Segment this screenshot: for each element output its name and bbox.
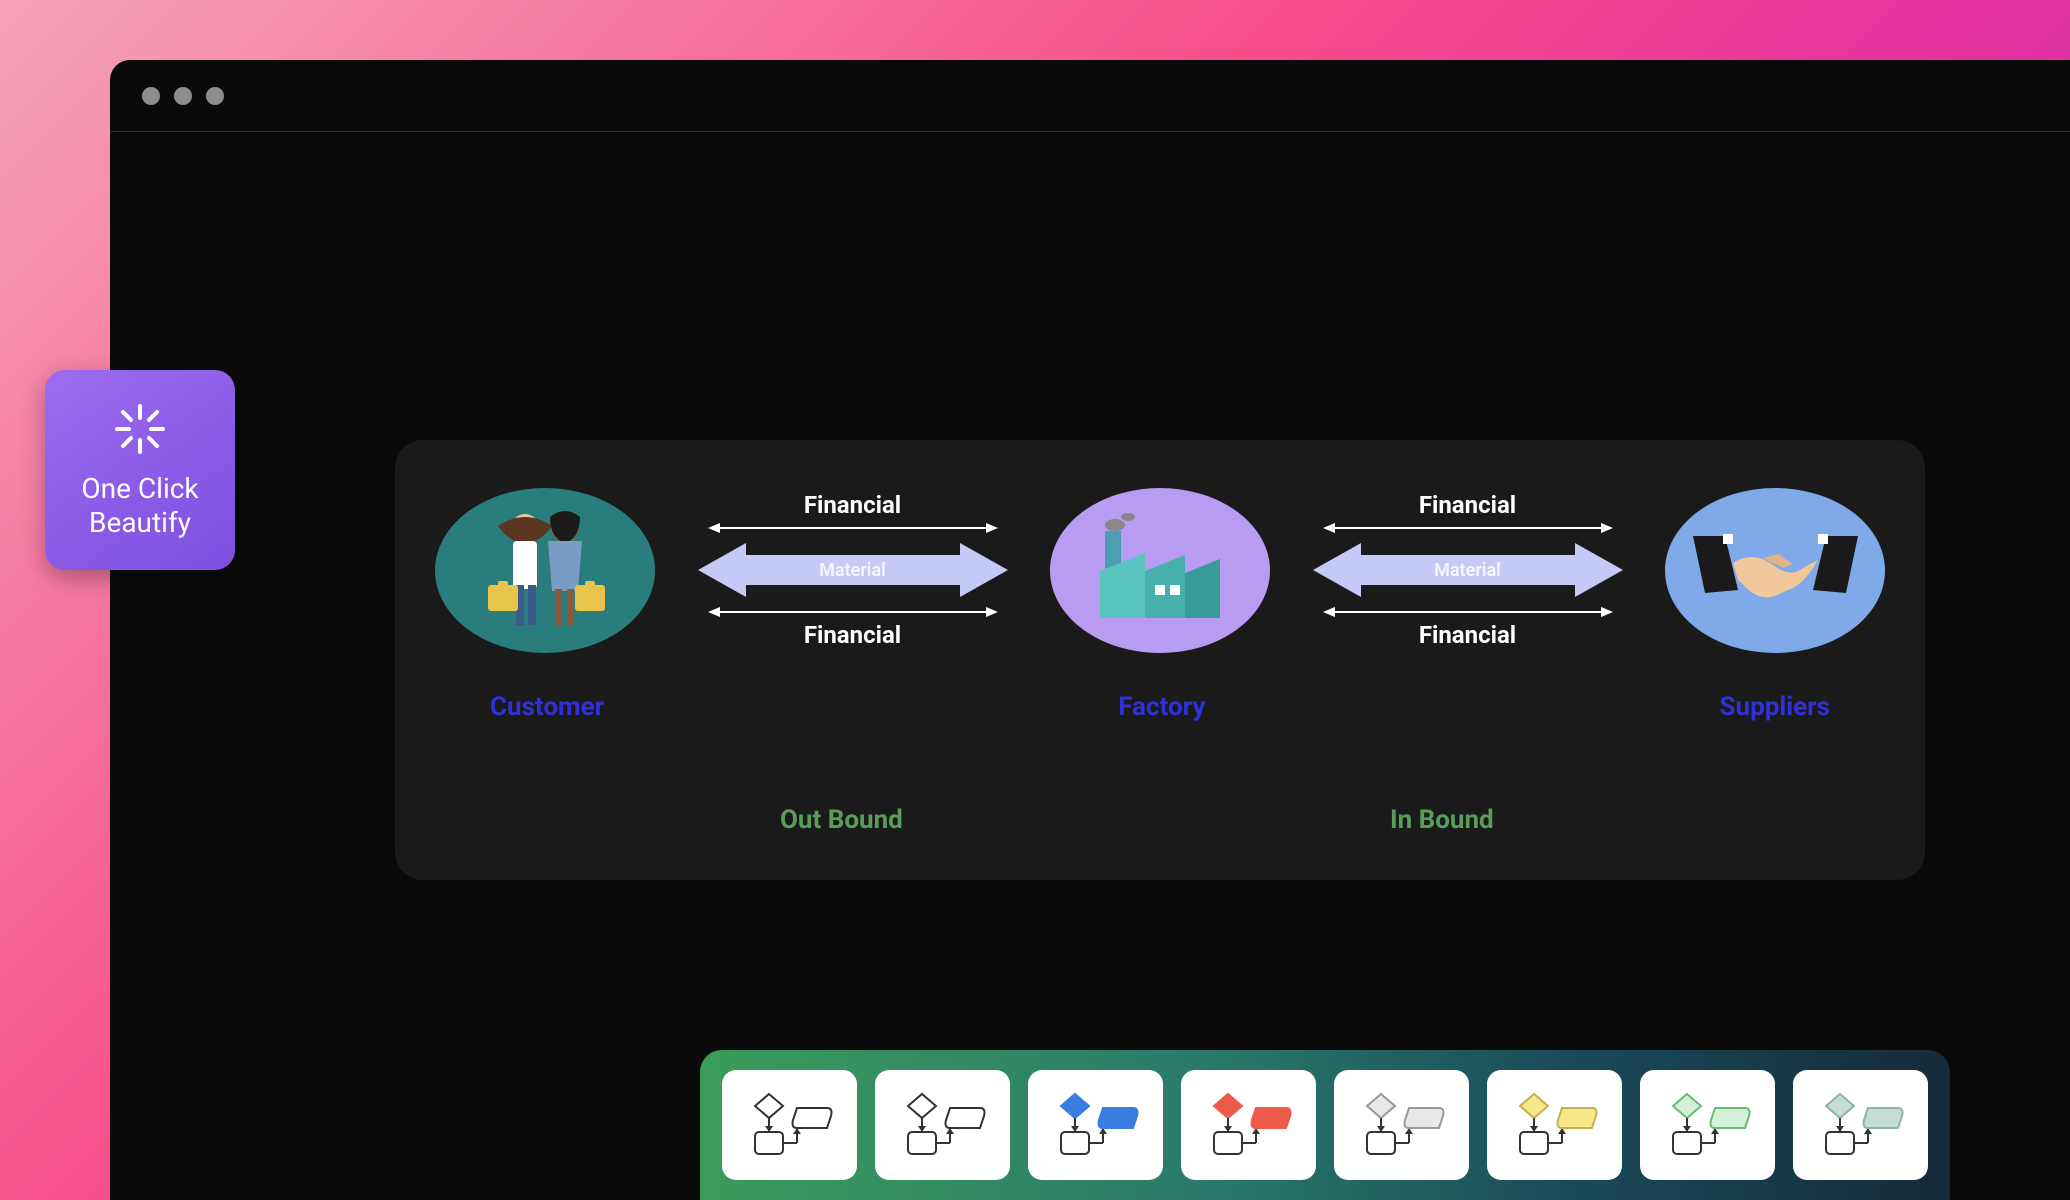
financial-top-right-label: Financial — [1419, 491, 1516, 519]
traffic-lights — [142, 87, 224, 105]
beautify-line2: Beautify — [89, 506, 191, 539]
flowchart-icon — [894, 1086, 992, 1164]
theme-tile-5[interactable] — [1487, 1070, 1622, 1180]
flowchart-icon — [1200, 1086, 1298, 1164]
theme-tile-3[interactable] — [1181, 1070, 1316, 1180]
app-window: Financial Material — [110, 60, 2070, 1200]
flowchart-icon — [1506, 1086, 1604, 1164]
factory-label: Factory — [1118, 692, 1205, 722]
theme-tile-4[interactable] — [1334, 1070, 1469, 1180]
theme-tile-6[interactable] — [1640, 1070, 1775, 1180]
outbound-label: Out Bound — [780, 805, 903, 835]
titlebar — [110, 60, 2070, 132]
factory-icon — [1090, 513, 1230, 628]
thin-bidir-arrow-icon — [708, 521, 998, 535]
inbound-label: In Bound — [1390, 805, 1494, 835]
theme-tile-2[interactable] — [1028, 1070, 1163, 1180]
material-arrow-left: Material — [698, 539, 1008, 601]
theme-bar — [700, 1050, 1950, 1200]
customer-label: Customer — [490, 692, 604, 722]
maximize-dot[interactable] — [206, 87, 224, 105]
material-arrow-right: Material — [1313, 539, 1623, 601]
close-dot[interactable] — [142, 87, 160, 105]
suppliers-oval — [1665, 488, 1885, 653]
material-left-label: Material — [819, 560, 886, 581]
financial-bottom-right-label: Financial — [1419, 621, 1516, 649]
thin-bidir-arrow-icon — [1323, 605, 1613, 619]
minimize-dot[interactable] — [174, 87, 192, 105]
flowchart-icon — [1659, 1086, 1757, 1164]
arrows-left: Financial Material — [655, 491, 1050, 649]
factory-oval — [1050, 488, 1270, 653]
node-customer[interactable] — [435, 488, 655, 653]
node-factory[interactable] — [1050, 488, 1270, 653]
arrows-right: Financial Material — [1270, 491, 1665, 649]
theme-tile-1[interactable] — [875, 1070, 1010, 1180]
node-suppliers[interactable] — [1665, 488, 1885, 653]
thin-bidir-arrow-icon — [708, 605, 998, 619]
flowchart-icon — [1353, 1086, 1451, 1164]
thin-bidir-arrow-icon — [1323, 521, 1613, 535]
diagram-panel: Financial Material — [395, 440, 1925, 880]
financial-top-left-label: Financial — [804, 491, 901, 519]
beautify-line1: One Click — [81, 472, 198, 505]
handshake-icon — [1693, 518, 1858, 623]
flowchart-icon — [1812, 1086, 1910, 1164]
financial-bottom-left-label: Financial — [804, 621, 901, 649]
material-right-label: Material — [1434, 560, 1501, 581]
theme-tile-0[interactable] — [722, 1070, 857, 1180]
people-icon — [480, 503, 610, 638]
flowchart-icon — [741, 1086, 839, 1164]
theme-tile-7[interactable] — [1793, 1070, 1928, 1180]
suppliers-label: Suppliers — [1720, 692, 1831, 722]
beautify-button[interactable]: One Click Beautify — [45, 370, 235, 570]
flowchart-icon — [1047, 1086, 1145, 1164]
customer-oval — [435, 488, 655, 653]
sparkle-icon — [111, 400, 169, 458]
